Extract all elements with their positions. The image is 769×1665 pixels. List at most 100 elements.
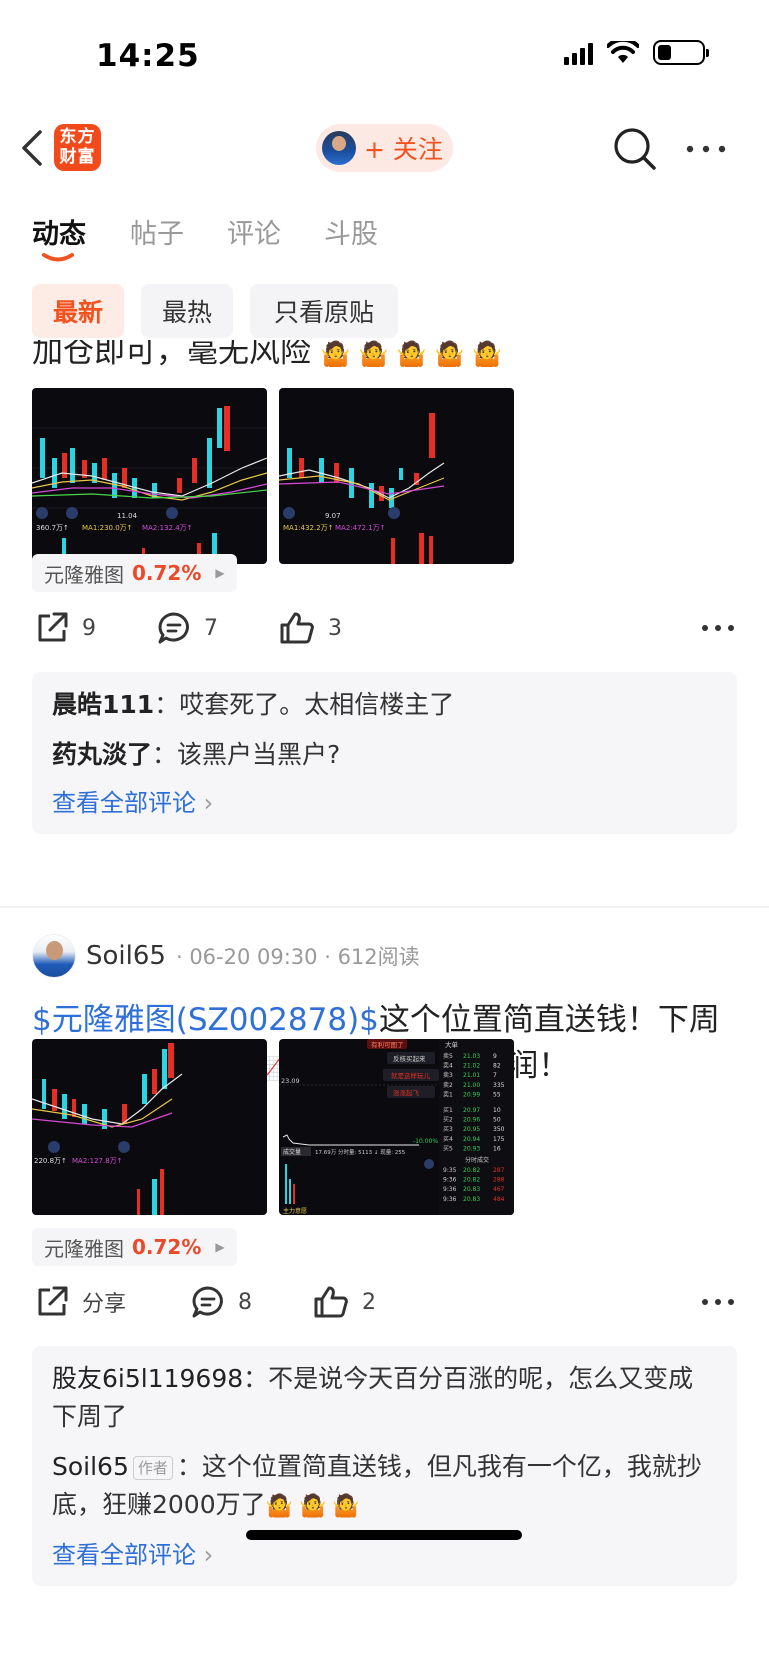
order-book-level: 买1 [443,1106,453,1114]
post-image-row: 11.04 360.7万↑ MA1:230.0万↑ MA2:132.4万↑ 9.… [32,388,514,564]
order-book-volume: 16 [493,1145,501,1152]
more-options-icon[interactable] [700,622,736,634]
post-image-order-book[interactable]: 有利可图了 反核买起来 就是这样玩儿 涨涨起飞 23.09 -10.00% 成交… [279,1039,514,1215]
stock-change: 0.72% [132,561,202,585]
post-image-kline-chart[interactable]: 11.04 360.7万↑ MA1:230.0万↑ MA2:132.4万↑ [32,388,267,564]
like-button[interactable]: 3 [278,610,342,646]
share-button[interactable]: 分享 [34,1284,126,1320]
post-date: 06-20 09:30 [189,945,318,969]
post-actions: 9 7 3 [0,610,769,662]
app-logo: 东方 财富 [54,124,101,171]
home-indicator[interactable] [246,1530,522,1540]
logo-line-2: 财富 [59,147,96,167]
comment-button[interactable]: 8 [190,1284,252,1320]
order-book-level: 买4 [443,1135,453,1143]
more-options-icon[interactable] [684,134,728,164]
feed-list: 加仓即可，毫无风险 🤷🤷🤷🤷🤷 11.04 360.7万↑ MA1:230.0万… [0,340,769,1665]
comment-item[interactable]: 晨皓111：哎套死了。太相信楼主了 [52,686,717,724]
back-arrow-icon[interactable] [14,126,54,170]
status-time: 14:25 [96,38,200,74]
filter-hottest[interactable]: 最热 [141,284,233,338]
follow-button[interactable]: + 关注 [316,124,453,172]
user-avatar [322,131,356,165]
filter-original-only[interactable]: 只看原贴 [250,284,398,338]
post-text-cut: 加仓即可，毫无风险 🤷🤷🤷🤷🤷 [32,340,510,371]
comment-count: 7 [204,615,218,641]
chart-low-label: -10.00% [413,1138,438,1145]
order-book-level: 买2 [443,1116,453,1124]
status-bar: 14:25 [0,0,769,110]
chart-volume-label: 220.8万↑ [34,1157,67,1165]
comment-username[interactable]: 股友6i5l119698 [52,1364,243,1393]
comment-item[interactable]: Soil65 作者 ：这个位置简直送钱，但凡我有一个亿，我就抄底，狂赚2000万了🤷… [52,1448,717,1526]
stock-name: 元隆雅图 [44,562,124,587]
post-actions: 分享 8 2 [0,1284,769,1336]
comment-count: 8 [238,1289,252,1315]
tab-stock-battle[interactable]: 斗股 [324,212,378,251]
wifi-icon [607,40,639,63]
stock-change: 0.72% [132,1235,202,1259]
order-book-title: 大单 [445,1040,459,1049]
like-button[interactable]: 2 [312,1284,376,1320]
chart-ma2-label: MA2:132.4万↑ [142,524,193,532]
more-options-icon[interactable] [700,1296,736,1308]
cellular-signal-icon [564,41,593,65]
order-book-price: 20.99 [463,1091,480,1098]
order-book-price: 20.97 [463,1107,480,1114]
order-book-volume: 10 [493,1107,501,1114]
order-book-price: 21.01 [463,1072,480,1079]
chart-volume-label: 360.7万↑ [36,524,69,532]
order-book-price: 21.03 [463,1053,480,1060]
comment-bubble-icon [158,612,189,644]
comment-bubble-icon [192,1286,223,1318]
status-icons [564,40,709,65]
author-name[interactable]: Soil65 [86,941,166,971]
comment-username[interactable]: 药丸淡了 [52,740,152,769]
order-book-price: 20.95 [463,1126,480,1133]
chart-ma2-label: MA2:127.8万↑ [72,1157,123,1165]
chart-side-label: 主力意愿 [283,1207,307,1215]
active-tab-indicator [42,253,74,262]
order-book-volume: 9 [493,1053,497,1060]
tab-posts[interactable]: 帖子 [130,212,184,251]
image-button-label: 反核买起来 [393,1054,426,1063]
tick-volume: 484 [493,1196,505,1203]
tick-price: 20.83 [463,1196,480,1203]
stock-tag[interactable]: 元隆雅图 0.72% ▶ [32,1228,237,1266]
battery-icon [653,40,709,65]
post-text-fragment: 加仓即可，毫无风险 [32,340,311,370]
like-count: 3 [328,615,342,641]
tab-dynamics[interactable]: 动态 [32,212,86,251]
profile-tabs: 动态 帖子 评论 斗股 [0,200,769,270]
comment-username[interactable]: Soil65 [52,1452,129,1481]
view-all-label: 查看全部评论 [52,789,196,817]
filter-latest[interactable]: 最新 [32,284,124,338]
tick-price: 20.82 [463,1177,480,1184]
chart-price-mark: 9.07 [325,512,341,520]
share-button[interactable]: 9 [34,610,96,646]
post-image-kline-chart[interactable]: 220.8万↑ MA2:127.8万↑ [32,1039,267,1215]
tab-comments[interactable]: 评论 [227,212,281,251]
stock-ticker-link[interactable]: $元隆雅图(SZ002878)$ [32,1002,379,1038]
chevron-right-icon: › [203,1541,214,1569]
search-icon[interactable] [612,126,658,172]
order-book-level: 卖4 [443,1063,453,1070]
comment-item[interactable]: 药丸淡了：该黑户当黑户? [52,736,717,774]
comment-button[interactable]: 7 [156,610,218,646]
comment-username[interactable]: 晨皓111 [52,690,154,719]
follow-label: + 关注 [364,135,443,164]
author-badge: 作者 [132,1456,173,1480]
view-all-comments-link[interactable]: 查看全部评论 › [52,786,717,820]
stock-tag[interactable]: 元隆雅图 0.72% ▶ [32,554,237,592]
comment-item[interactable]: 股友6i5l119698：不是说今天百分百涨的呢，怎么又变成下周了 [52,1360,717,1436]
chevron-right-icon: › [203,789,214,817]
image-button-label: 涨涨起飞 [393,1088,420,1097]
view-all-comments-link[interactable]: 查看全部评论 › [52,1538,717,1572]
share-icon [38,1286,68,1316]
post-image-row: 220.8万↑ MA2:127.8万↑ 有利可图了 反核买起来 就是这样玩儿 涨… [32,1039,514,1215]
order-book-volume: 82 [493,1063,501,1070]
order-book-volume: 50 [493,1117,501,1124]
author-avatar[interactable] [32,934,76,978]
post-image-kline-chart[interactable]: 9.07 MA1:432.2万↑ MA2:472.1万↑ [279,388,514,564]
chart-volume-title: 成交量 [283,1148,301,1156]
